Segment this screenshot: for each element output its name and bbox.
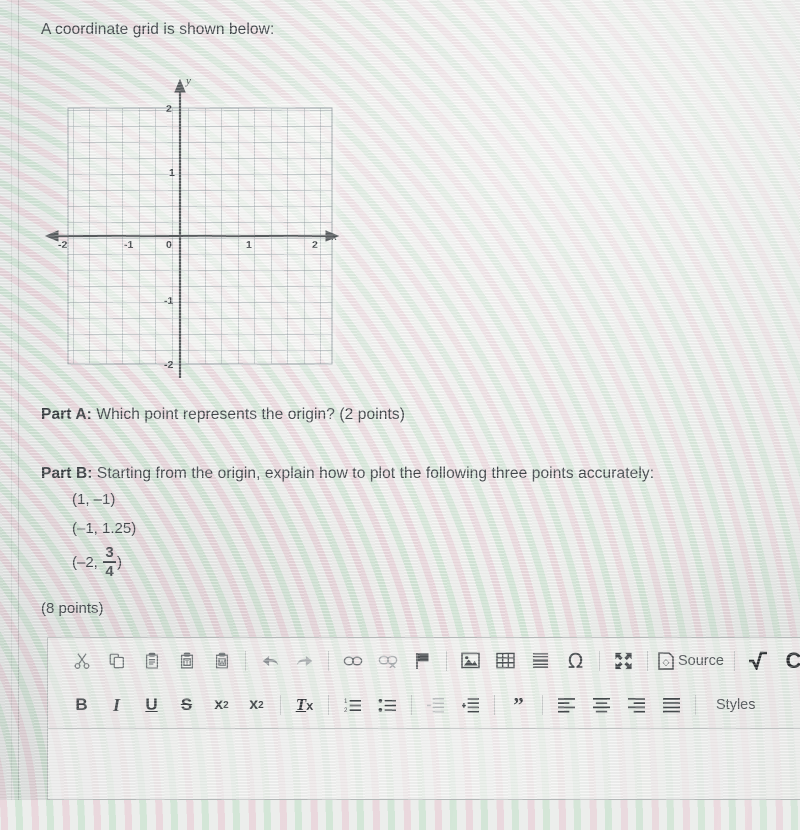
strikethrough-icon[interactable]: S [169,688,204,722]
points-value-text: (8 points) [41,600,104,617]
editor-toolbar-row-1: T W Ω ◇ Source C [48,638,800,683]
maximize-icon[interactable] [606,644,641,678]
redo-icon[interactable] [287,644,322,678]
toolbar-separator [599,650,600,671]
x-tick-1: 1 [246,239,252,251]
bulleted-list-icon[interactable] [370,688,405,722]
paste-as-text-icon[interactable]: T [169,644,204,678]
x-axis-label: x [331,231,337,243]
superscript-icon[interactable]: x2 [239,688,274,722]
numbered-list-icon[interactable]: 1 2 [335,688,370,722]
editor-text-area[interactable] [48,729,800,799]
horizontal-rule-icon[interactable] [523,644,558,678]
align-left-icon[interactable] [549,688,584,722]
remove-format-icon[interactable]: Tx [287,688,322,722]
x-tick-0: 0 [166,239,172,251]
svg-text:2: 2 [344,707,348,714]
image-icon[interactable] [453,644,488,678]
subscript-icon[interactable]: x2 [204,688,239,722]
toolbar-separator [411,695,412,715]
part-a-text: Which point represents the origin? (2 po… [91,406,405,423]
anchor-flag-icon[interactable] [405,644,440,678]
undo-icon[interactable] [252,644,287,678]
svg-text:W: W [219,660,225,666]
part-b-question: Part B: Starting from the origin, explai… [41,465,654,483]
copy-icon[interactable] [99,644,134,678]
square-root-icon[interactable] [741,644,776,678]
coordinate-grid-svg: y x -2 -1 0 1 2 2 1 -1 -2 [44,75,340,378]
toolbar-separator [328,695,329,715]
styles-label: Styles [716,697,756,713]
italic-icon[interactable]: I [99,688,134,722]
y-tick-2: 2 [166,103,172,115]
chemistry-icon[interactable]: C [776,644,800,678]
align-center-icon[interactable] [584,688,619,722]
part-a-label: Part A: [41,406,92,423]
svg-text:1: 1 [344,698,348,705]
toolbar-separator [647,650,648,671]
page-title: A coordinate grid is shown below: [41,21,275,38]
outdent-icon[interactable] [418,688,453,722]
coordinate-grid-figure: y x -2 -1 0 1 2 2 1 -1 -2 [40,62,342,378]
bold-icon[interactable]: B [64,688,99,722]
styles-dropdown[interactable]: Styles ▼ [708,688,800,722]
y-tick--2: -2 [164,359,173,371]
link-icon[interactable] [335,644,370,678]
source-button[interactable]: ◇ Source [654,644,728,678]
part-b-label: Part B: [41,465,93,482]
part-a-question: Part A: Which point represents the origi… [41,406,405,424]
fraction-denominator: 4 [105,563,114,580]
toolbar-separator [245,650,246,671]
source-label: Source [678,652,724,669]
point-item-1: (1, –1) [72,491,116,508]
cut-icon[interactable] [64,644,99,678]
toolbar-separator [542,695,543,715]
part-b-text: Starting from the origin, explain how to… [92,465,655,482]
y-axis-label: y [185,75,191,87]
rich-text-editor: T W Ω ◇ Source C B I U S x 2 x 2 T x 1 2… [47,637,800,800]
toolbar-separator [446,650,447,671]
toolbar-separator [280,695,281,715]
point-item-2: (–1, 1.25) [72,520,137,537]
editor-toolbar-row-2: B I U S x2 x2 Tx 1 2 ” Styles [48,683,800,727]
paste-from-word-icon[interactable]: W [204,644,239,678]
toolbar-separator [494,695,495,715]
x-tick--1: -1 [124,239,133,251]
svg-text:T: T [185,659,189,666]
point-item-3: (–2, 3 4) [72,544,123,580]
toolbar-separator [328,650,329,671]
underline-icon[interactable]: U [134,688,169,722]
justify-icon[interactable] [654,688,689,722]
unlink-icon[interactable] [370,644,405,678]
align-right-icon[interactable] [619,688,654,722]
source-icon: ◇ [658,651,674,670]
paste-icon[interactable] [134,644,169,678]
fraction-numerator: 3 [105,544,114,561]
point-3-prefix: (–2, [72,553,103,571]
x-tick--2: -2 [58,239,67,251]
page-content: A coordinate grid is shown below: y x -2… [0,0,800,800]
svg-text:◇: ◇ [663,657,670,667]
x-tick-2: 2 [312,239,318,251]
blockquote-icon[interactable]: ” [501,688,536,722]
y-tick-1: 1 [169,167,175,179]
y-tick--1: -1 [164,295,173,307]
toolbar-separator [695,695,696,715]
point-3-suffix: ) [117,553,123,571]
special-character-icon[interactable]: Ω [558,644,593,678]
fraction-three-fourths: 34 [103,544,117,580]
toolbar-separator [733,650,735,671]
indent-icon[interactable] [453,688,488,722]
table-icon[interactable] [488,644,523,678]
